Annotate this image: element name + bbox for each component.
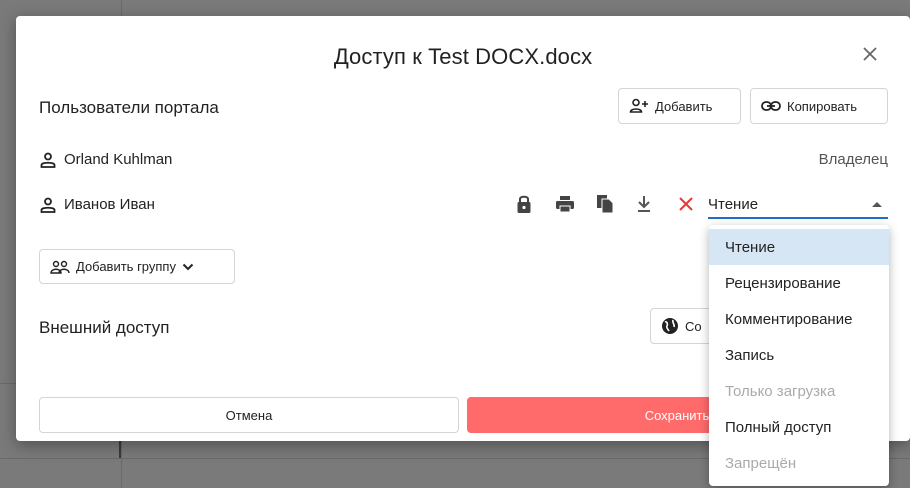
add-group-label: Добавить группу — [76, 259, 176, 274]
print-icon — [556, 196, 574, 213]
add-user-label: Добавить — [655, 98, 713, 114]
person-icon — [40, 152, 56, 168]
role-option-full-access[interactable]: Полный доступ — [709, 409, 889, 445]
person-icon — [40, 197, 56, 213]
create-link-label: Со — [685, 318, 702, 334]
role-dropdown-menu: Чтение Рецензирование Комментирование За… — [709, 225, 889, 486]
caret-up-icon — [872, 201, 882, 207]
add-person-icon — [629, 98, 648, 113]
external-access-title: Внешний доступ — [39, 318, 170, 337]
user-row: Orland Kuhlman — [40, 151, 172, 168]
user-row: Иванов Иван — [40, 196, 155, 213]
role-option-review[interactable]: Рецензирование — [709, 265, 889, 301]
globe-icon — [662, 318, 678, 334]
copy-link-button[interactable]: Копировать — [750, 88, 888, 124]
role-option-denied: Запрещён — [725, 454, 797, 472]
user-name: Иванов Иван — [64, 196, 155, 213]
download-toggle[interactable] — [633, 193, 655, 215]
role-option-upload-only: Только загрузка — [725, 382, 836, 400]
print-toggle[interactable] — [554, 193, 576, 215]
remove-icon — [679, 197, 693, 211]
role-option-comment[interactable]: Комментирование — [709, 301, 889, 337]
role-option-read[interactable]: Чтение — [709, 229, 889, 265]
role-select-value: Чтение — [708, 195, 759, 213]
cancel-button[interactable]: Отмена — [39, 397, 459, 433]
role-option-write[interactable]: Запись — [709, 337, 889, 373]
link-icon — [761, 101, 781, 111]
chevron-down-icon — [182, 263, 194, 270]
lock-icon — [517, 195, 531, 213]
add-group-button[interactable]: Добавить группу — [39, 249, 235, 284]
dialog-title: Доступ к Test DOCX.docx — [333, 44, 593, 69]
close-button[interactable] — [856, 40, 884, 68]
user-name: Orland Kuhlman — [64, 151, 173, 168]
portal-users-title: Пользователи портала — [39, 98, 219, 117]
download-icon — [638, 196, 650, 212]
add-user-button[interactable]: Добавить — [618, 88, 741, 124]
close-icon — [863, 47, 877, 61]
lock-toggle[interactable] — [513, 193, 535, 215]
owner-role-label: Владелец — [818, 151, 888, 168]
group-icon — [50, 260, 70, 274]
role-select[interactable]: Чтение — [708, 191, 888, 219]
copy-link-label: Копировать — [787, 98, 857, 114]
copy-toggle[interactable] — [594, 193, 616, 215]
copy-icon — [597, 195, 614, 214]
remove-user-button[interactable] — [675, 193, 697, 215]
